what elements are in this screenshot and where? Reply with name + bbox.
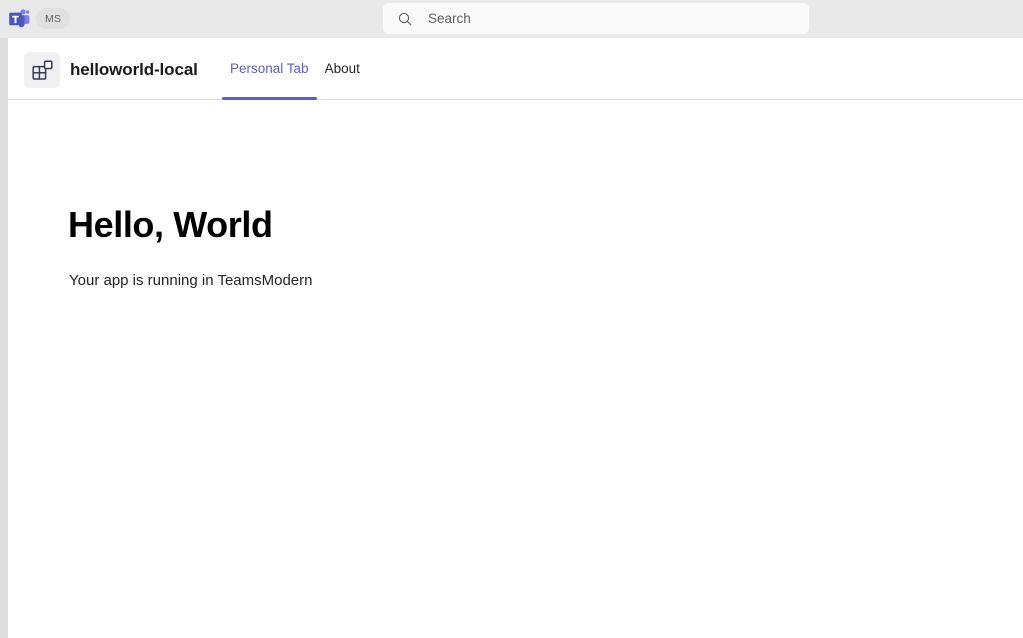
left-rail-gutter <box>0 38 8 638</box>
hello-heading: Hello, World <box>68 204 273 245</box>
tab-personal-tab[interactable]: Personal Tab <box>222 60 317 100</box>
hello-subtitle: Your app is running in TeamsModern <box>69 272 313 289</box>
tab-personal-tab-label: Personal Tab <box>230 61 309 76</box>
microsoft-teams-logo-icon <box>8 8 30 30</box>
search-box[interactable] <box>383 3 809 34</box>
app-grid-icon <box>24 52 60 88</box>
search-icon <box>397 11 413 27</box>
org-badge[interactable]: MS <box>36 8 71 29</box>
app-content-area: Hello, World Your app is running in Team… <box>8 100 1023 638</box>
search-input[interactable] <box>428 11 758 26</box>
page-title: helloworld-local <box>70 60 198 79</box>
app-header: helloworld-local Personal Tab About <box>8 38 1023 100</box>
tab-about-label: About <box>324 61 360 76</box>
app-tab-list: Personal Tab About <box>222 60 368 100</box>
tab-about[interactable]: About <box>317 60 368 100</box>
top-chrome-bar: MS <box>0 0 1023 38</box>
app-stage: helloworld-local Personal Tab About Hell… <box>8 38 1023 638</box>
